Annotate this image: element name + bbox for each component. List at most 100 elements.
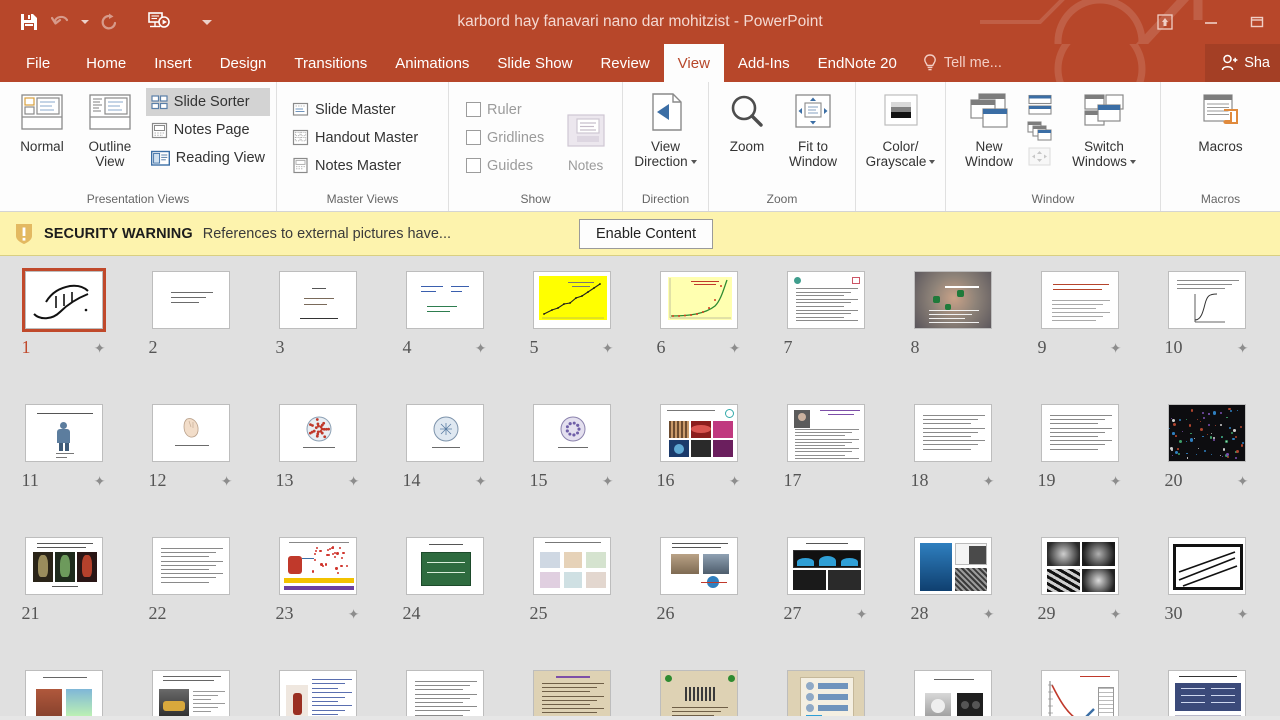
slide-thumbnail-frame[interactable]: [1165, 667, 1249, 716]
animation-star-icon[interactable]: ✦: [602, 474, 614, 488]
slide-thumbnail-image[interactable]: [660, 537, 738, 595]
slide-thumbnail-cell[interactable]: 34 ✦: [381, 667, 508, 716]
normal-view-button[interactable]: Normal: [8, 90, 76, 154]
slide-thumbnail-cell[interactable]: 14 ✦: [381, 401, 508, 534]
slide-thumbnail-frame[interactable]: [1038, 667, 1122, 716]
arrange-all-button[interactable]: [1026, 92, 1054, 118]
notes-page-button[interactable]: Notes Page: [146, 116, 270, 144]
tab-animations[interactable]: Animations: [381, 44, 483, 82]
tab-add-ins[interactable]: Add-Ins: [724, 44, 804, 82]
color-grayscale-button[interactable]: Color/ Grayscale: [862, 90, 939, 169]
restore-button[interactable]: [1234, 0, 1280, 44]
slide-thumbnail-cell[interactable]: 20 ✦: [1143, 401, 1270, 534]
slide-sorter-button[interactable]: Slide Sorter: [146, 88, 270, 116]
animation-star-icon[interactable]: ✦: [94, 474, 106, 488]
slide-thumbnail-frame[interactable]: [911, 667, 995, 716]
slide-thumbnail-image[interactable]: [787, 271, 865, 329]
slide-thumbnail-image[interactable]: [25, 670, 103, 716]
slide-thumbnail-image[interactable]: [25, 404, 103, 462]
slide-thumbnail-frame[interactable]: [403, 534, 487, 598]
slide-thumbnail-frame[interactable]: [784, 268, 868, 332]
undo-dropdown[interactable]: [78, 9, 92, 35]
notes-master-button[interactable]: Notes Master: [287, 152, 423, 180]
slide-thumbnail-cell[interactable]: 40 ✦: [1143, 667, 1270, 716]
slide-thumbnail-cell[interactable]: 36 ✦: [635, 667, 762, 716]
fit-to-window-button[interactable]: Fit to Window: [778, 90, 848, 169]
view-direction-button[interactable]: View Direction: [629, 90, 702, 169]
slide-thumbnail-frame[interactable]: [276, 534, 360, 598]
slide-master-button[interactable]: Slide Master: [287, 96, 423, 124]
reading-view-button[interactable]: Reading View: [146, 144, 270, 172]
move-split-button[interactable]: [1026, 144, 1054, 170]
ruler-checkbox[interactable]: [466, 102, 481, 117]
slide-thumbnail-cell[interactable]: 18 ✦: [889, 401, 1016, 534]
slide-thumbnail-frame[interactable]: [657, 667, 741, 716]
slide-thumbnail-image[interactable]: [25, 537, 103, 595]
slide-thumbnail-image[interactable]: [533, 670, 611, 716]
ruler-checkbox-row[interactable]: Ruler: [461, 96, 549, 124]
animation-star-icon[interactable]: ✦: [729, 474, 741, 488]
slide-thumbnail-cell[interactable]: 30 ✦: [1143, 534, 1270, 667]
slide-thumbnail-frame[interactable]: [784, 667, 868, 716]
customize-qat-button[interactable]: [200, 9, 214, 35]
slide-thumbnail-frame[interactable]: [276, 268, 360, 332]
new-window-button[interactable]: New Window: [954, 90, 1024, 169]
notes-button[interactable]: Notes: [555, 109, 616, 173]
slide-thumbnail-cell[interactable]: 22 ✦: [127, 534, 254, 667]
slide-thumbnail-cell[interactable]: 16 ✦: [635, 401, 762, 534]
slide-thumbnail-image[interactable]: [406, 404, 484, 462]
save-button[interactable]: [14, 7, 44, 37]
slide-thumbnail-cell[interactable]: 11 ✦: [0, 401, 127, 534]
slide-thumbnail-cell[interactable]: 28 ✦: [889, 534, 1016, 667]
share-button[interactable]: Sha: [1205, 44, 1280, 82]
slide-thumbnail-frame[interactable]: [22, 401, 106, 465]
slide-thumbnail-image[interactable]: [1168, 670, 1246, 716]
slide-thumbnail-cell[interactable]: 39 ✦: [1016, 667, 1143, 716]
slide-thumbnail-frame[interactable]: [530, 401, 614, 465]
animation-star-icon[interactable]: ✦: [602, 341, 614, 355]
slide-thumbnail-image[interactable]: [660, 670, 738, 716]
gridlines-checkbox[interactable]: [466, 130, 481, 145]
guides-checkbox-row[interactable]: Guides: [461, 152, 549, 180]
slide-thumbnail-image[interactable]: [152, 404, 230, 462]
slide-thumbnail-image[interactable]: [1168, 404, 1246, 462]
slide-thumbnail-frame[interactable]: [1038, 268, 1122, 332]
slide-thumbnail-frame[interactable]: [149, 268, 233, 332]
slide-thumbnail-cell[interactable]: 10 ✦: [1143, 268, 1270, 401]
slide-thumbnail-image[interactable]: [787, 404, 865, 462]
macros-button[interactable]: Macros: [1186, 90, 1256, 154]
slide-thumbnail-frame[interactable]: [911, 268, 995, 332]
slide-thumbnail-image[interactable]: [279, 271, 357, 329]
animation-star-icon[interactable]: ✦: [348, 474, 360, 488]
slide-thumbnail-frame[interactable]: [403, 401, 487, 465]
ribbon-display-options-button[interactable]: [1142, 0, 1188, 44]
slide-thumbnail-frame[interactable]: [1165, 268, 1249, 332]
zoom-button[interactable]: Zoom: [716, 90, 778, 154]
slide-thumbnail-cell[interactable]: 33 ✦: [254, 667, 381, 716]
slide-thumbnail-image[interactable]: [152, 537, 230, 595]
slide-thumbnail-cell[interactable]: 3 ✦: [254, 268, 381, 401]
gridlines-checkbox-row[interactable]: Gridlines: [461, 124, 549, 152]
slide-thumbnail-frame[interactable]: [657, 534, 741, 598]
slide-thumbnail-frame[interactable]: [1038, 534, 1122, 598]
animation-star-icon[interactable]: ✦: [1110, 607, 1122, 621]
slide-thumbnail-frame[interactable]: [657, 401, 741, 465]
guides-checkbox[interactable]: [466, 158, 481, 173]
slide-thumbnail-cell[interactable]: 19 ✦: [1016, 401, 1143, 534]
slide-thumbnail-image[interactable]: [660, 404, 738, 462]
animation-star-icon[interactable]: ✦: [221, 474, 233, 488]
outline-view-button[interactable]: Outline View: [76, 90, 144, 169]
tab-endnote-20[interactable]: EndNote 20: [804, 44, 911, 82]
slide-thumbnail-image[interactable]: [152, 670, 230, 716]
slide-thumbnail-frame[interactable]: [22, 667, 106, 716]
slide-thumbnail-frame[interactable]: [403, 268, 487, 332]
tab-file[interactable]: File: [0, 44, 72, 82]
tab-insert[interactable]: Insert: [140, 44, 206, 82]
slide-thumbnail-frame[interactable]: [1165, 534, 1249, 598]
animation-star-icon[interactable]: ✦: [1237, 474, 1249, 488]
slide-thumbnail-cell[interactable]: 2 ✦: [127, 268, 254, 401]
tab-transitions[interactable]: Transitions: [280, 44, 381, 82]
slide-thumbnail-image[interactable]: [1041, 271, 1119, 329]
slide-thumbnail-frame[interactable]: [657, 268, 741, 332]
slide-thumbnail-frame[interactable]: [784, 534, 868, 598]
